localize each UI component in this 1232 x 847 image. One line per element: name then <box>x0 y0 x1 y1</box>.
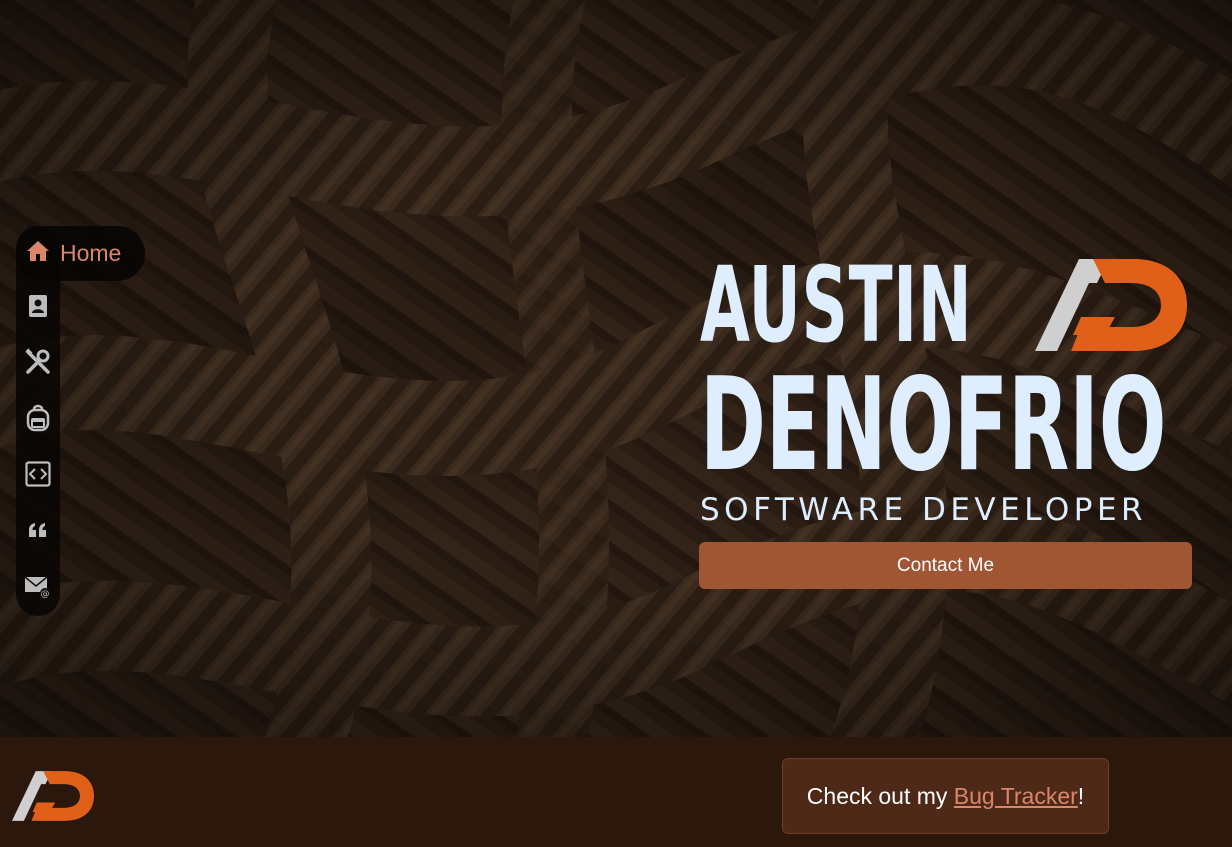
quote-icon <box>28 522 48 543</box>
footer-ad-logo[interactable] <box>12 770 94 822</box>
svg-text:@: @ <box>41 589 50 599</box>
nav-item-testimonials[interactable] <box>22 516 54 548</box>
tools-icon <box>24 347 52 381</box>
contact-me-button[interactable]: Contact Me <box>699 542 1192 589</box>
bug-tracker-promo: Check out my Bug Tracker ! <box>782 758 1109 834</box>
backpack-icon <box>25 404 51 437</box>
hero-role: SOFTWARE DEVELOPER <box>700 492 1148 528</box>
nav-item-projects[interactable] <box>22 460 54 492</box>
hero-first-name: AUSTIN <box>700 244 973 366</box>
hero-last-name: DENOFRIO <box>700 351 1167 500</box>
promo-prefix: Check out my <box>806 782 954 809</box>
nav-item-home[interactable]: Home <box>16 226 145 281</box>
ad-logo <box>1035 259 1187 351</box>
promo-suffix: ! <box>1077 782 1085 809</box>
home-icon <box>26 240 50 267</box>
bug-tracker-link[interactable]: Bug Tracker <box>954 783 1078 810</box>
code-icon <box>25 460 51 492</box>
nav-home-label: Home <box>60 240 122 266</box>
nav-item-contact[interactable]: @ <box>22 573 54 605</box>
nav-item-skills[interactable] <box>22 347 54 381</box>
mail-icon: @ <box>24 575 52 604</box>
nav-item-experience[interactable] <box>22 404 54 436</box>
contact-card-icon <box>28 294 48 323</box>
nav-item-about[interactable] <box>22 292 54 324</box>
